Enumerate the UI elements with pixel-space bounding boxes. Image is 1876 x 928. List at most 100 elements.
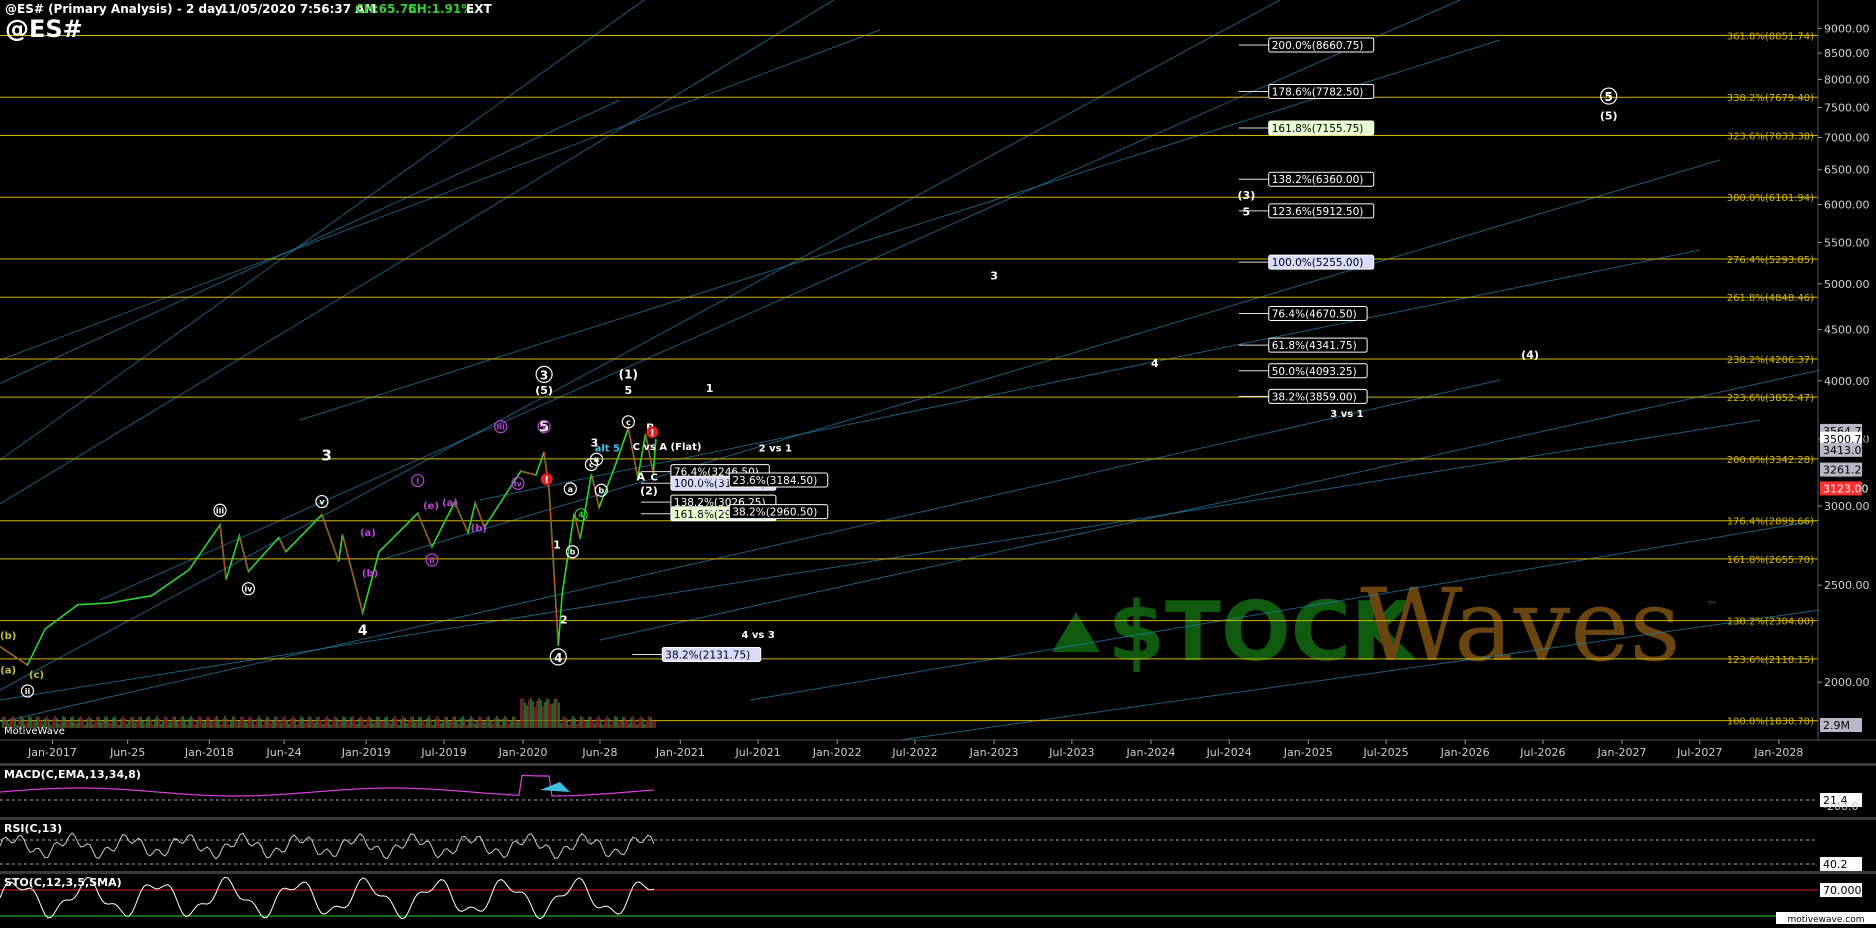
wave-label: (b) bbox=[362, 569, 378, 580]
wave-label: (a) bbox=[0, 666, 16, 677]
wave-label: (a) bbox=[360, 528, 376, 539]
wave-label: 3 bbox=[990, 269, 998, 282]
wave-circle-label: iii bbox=[497, 423, 505, 432]
wave-circle-label: 4 bbox=[578, 511, 584, 520]
fib-target-label: 38.2%(2131.75) bbox=[665, 649, 750, 661]
wave-label: (b) bbox=[0, 631, 16, 642]
price-segment bbox=[579, 473, 592, 540]
price-segment bbox=[341, 534, 364, 613]
fib-target-label: 200.0%(8660.75) bbox=[1272, 40, 1364, 52]
time-axis-tick-label: Jan-2018 bbox=[184, 746, 234, 759]
macd-histogram bbox=[540, 782, 570, 792]
wave-label: C vs A (Flat) bbox=[633, 442, 702, 453]
header-timestamp: 11/05/2020 7:56:37 AM bbox=[220, 2, 377, 16]
wave-label: 3 vs 1 bbox=[1330, 409, 1363, 420]
wave-label: 3 bbox=[321, 447, 331, 465]
price-axis-tick-label: 4000.00 bbox=[1824, 375, 1870, 388]
price-axis-tick-label: 8000.00 bbox=[1824, 73, 1870, 86]
wave-label: C bbox=[650, 473, 657, 484]
price-segment bbox=[26, 628, 46, 666]
time-axis-tick-label: Jun-25 bbox=[109, 746, 145, 759]
watermark-triangle-icon bbox=[1052, 612, 1100, 652]
chart-canvas[interactable]: $TOCKWaves ™361.8%(8851.74)338.2%(7679.40… bbox=[0, 0, 1876, 925]
fib-level-label: 300.0%(6101.94) bbox=[1727, 193, 1814, 204]
wave-circle-label: 5 bbox=[1605, 90, 1613, 104]
rsi-line bbox=[0, 832, 655, 860]
wave-label: 1 bbox=[706, 382, 714, 395]
wave-label: (4) bbox=[1521, 349, 1539, 362]
fib-level-label: 361.8%(8851.74) bbox=[1727, 31, 1814, 42]
fib-level-label: 161.8%(2655.70) bbox=[1727, 555, 1814, 566]
wave-label: 2 bbox=[560, 613, 568, 626]
price-axis-tick-label: 8500.00 bbox=[1824, 47, 1870, 60]
trend-line-7 bbox=[379, 159, 1721, 561]
price-segment bbox=[109, 595, 152, 604]
time-axis-tick-label: Jul-2021 bbox=[735, 746, 781, 759]
wave-label: 5 bbox=[1243, 206, 1251, 219]
fib-level-label: 323.6%(7033.38) bbox=[1727, 131, 1814, 142]
price-segment bbox=[378, 530, 401, 553]
chart-stage: $TOCK Waves ™ 361.8%(8851.74) 338.2%(7679.40… bbox=[0, 0, 1876, 925]
time-axis-tick-label: Jul-2019 bbox=[420, 746, 466, 759]
wave-circle-label: v bbox=[319, 498, 325, 507]
price-segment bbox=[278, 537, 287, 552]
price-badge-label: 3261.25 bbox=[1823, 464, 1869, 477]
fib-target-label: 161.8%(7155.75) bbox=[1272, 123, 1364, 135]
time-axis-tick-label: Jan-2020 bbox=[498, 746, 548, 759]
wave-label: 4 bbox=[358, 623, 368, 639]
price-axis-tick-label: 5000.00 bbox=[1824, 278, 1870, 291]
wave-circle-label: c bbox=[589, 460, 594, 469]
price-badge-label: 3123.00 bbox=[1823, 482, 1869, 495]
wave-circle-label: i bbox=[416, 477, 419, 486]
price-segment bbox=[151, 569, 190, 597]
fib-level-label: 100.0%(1830.70) bbox=[1727, 717, 1814, 728]
panel-divider bbox=[0, 871, 1876, 874]
wave-label: (a) bbox=[442, 498, 458, 509]
time-axis-tick-label: Jul-2025 bbox=[1362, 746, 1408, 759]
trend-line-5 bbox=[0, 99, 621, 384]
price-segment bbox=[188, 524, 221, 571]
time-axis-tick-label: Jul-2022 bbox=[891, 746, 937, 759]
trend-line-1 bbox=[0, 0, 645, 461]
price-segment bbox=[0, 646, 28, 666]
indicator-tick-label: 40.2 bbox=[1823, 858, 1848, 871]
wave-circle-label: 3 bbox=[540, 368, 548, 382]
price-segment bbox=[44, 604, 79, 630]
indicator-title: RSI(C,13) bbox=[4, 822, 62, 835]
price-segment bbox=[417, 512, 433, 548]
chart-title: @ES# (Primary Analysis) - 2 day bbox=[5, 2, 223, 16]
wave-circle-label: c bbox=[626, 418, 631, 427]
price-axis-tick-label: 7000.00 bbox=[1824, 132, 1870, 145]
wave-circle-label: a bbox=[568, 485, 573, 494]
price-segment bbox=[338, 534, 344, 562]
fib-level-label: 138.2%(2304.00) bbox=[1727, 617, 1814, 628]
price-axis-tick-label: 5500.00 bbox=[1824, 236, 1870, 249]
price-segment bbox=[362, 551, 380, 613]
watermark-brand-right: Waves bbox=[1360, 567, 1681, 684]
time-axis-tick-label: Jul-2027 bbox=[1676, 746, 1722, 759]
wave-circle-label: iv bbox=[514, 479, 523, 488]
time-axis-tick-label: Jan-2028 bbox=[1753, 746, 1803, 759]
header-session: EXT bbox=[466, 2, 492, 16]
price-axis-tick-label: 3000.00 bbox=[1824, 500, 1870, 513]
price-axis-tick-label: 2500.00 bbox=[1824, 579, 1870, 592]
header-change-pct: CH:1.91% bbox=[408, 2, 474, 16]
panel-divider bbox=[0, 817, 1876, 820]
fib-target-label: 178.6%(7782.50) bbox=[1272, 86, 1364, 98]
wave-label: (1) bbox=[619, 368, 638, 382]
price-segment bbox=[321, 514, 340, 562]
time-axis-tick-label: Jan-2024 bbox=[1126, 746, 1176, 759]
wave-label: (5) bbox=[535, 384, 553, 397]
price-axis-tick-label: 9000.00 bbox=[1824, 22, 1870, 35]
fib-target-label: 50.0%(4093.25) bbox=[1272, 366, 1357, 378]
fib-level-label: 276.4%(5293.85) bbox=[1727, 255, 1814, 266]
wave-label: (c) bbox=[29, 670, 44, 681]
wave-label: 2 vs 1 bbox=[759, 443, 792, 454]
warning-mark: ! bbox=[544, 475, 549, 486]
panel-divider bbox=[0, 763, 1876, 766]
fib-target-label: 38.2%(3859.00) bbox=[1272, 391, 1357, 403]
fib-level-label: 261.8%(4848.46) bbox=[1727, 293, 1814, 304]
fib-level-label: 238.2%(4206.37) bbox=[1727, 355, 1814, 366]
time-axis-tick-label: Jan-2019 bbox=[341, 746, 391, 759]
warning-mark: ! bbox=[650, 428, 655, 439]
